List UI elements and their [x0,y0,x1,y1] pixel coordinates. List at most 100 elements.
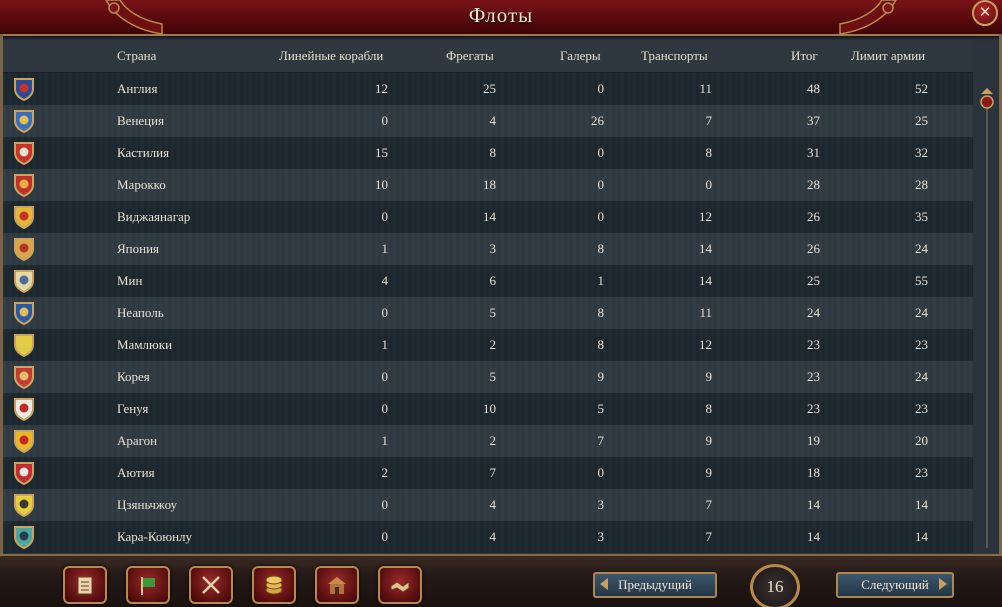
country-flag-icon [14,302,34,325]
country-flag-icon [14,110,34,133]
cell-limit: 20 [915,433,928,448]
table-row[interactable]: Япония 1 3 8 14 26 24 [3,233,973,265]
previous-button[interactable]: Предыдущий [593,572,717,598]
cell-total: 31 [807,145,820,160]
table-row[interactable]: Цзяньчжоу 0 4 3 7 14 14 [3,489,973,521]
country-name: Генуя [117,401,149,416]
cell-limit: 55 [915,273,928,288]
column-header-galleys[interactable]: Галеры [560,48,601,64]
country-name: Англия [117,81,158,96]
building-button[interactable] [315,566,359,604]
cell-frigates: 4 [489,497,497,512]
cell-total: 14 [807,497,820,512]
next-button[interactable]: Следующий [836,572,954,598]
country-name: Япония [117,241,160,256]
handshake-button[interactable] [378,566,422,604]
cell-frigates: 14 [483,209,496,224]
scroll-track[interactable] [986,100,988,548]
country-flag-icon [14,526,34,549]
cell-total: 19 [807,433,820,448]
cell-transports: 14 [699,273,712,288]
cell-galleys: 5 [597,401,605,416]
cell-ships: 0 [381,497,389,512]
cell-transports: 8 [705,145,713,160]
country-name: Корея [117,369,150,384]
cell-transports: 8 [705,401,713,416]
country-name: Неаполь [117,305,164,320]
cell-galleys: 9 [597,369,605,384]
arrow-right-icon [939,578,947,590]
cell-frigates: 25 [483,81,496,96]
cell-ships: 2 [381,465,389,480]
cell-limit: 23 [915,465,928,480]
cell-limit: 14 [915,529,928,544]
country-flag-icon [14,430,34,453]
cell-limit: 35 [915,209,928,224]
country-flag-icon [14,462,34,485]
flag-button[interactable] [126,566,170,604]
cell-ships: 4 [381,273,389,288]
table-row[interactable]: Неаполь 0 5 8 11 24 24 [3,297,973,329]
cell-limit: 23 [915,401,928,416]
table-row[interactable]: Арагон 1 2 7 9 19 20 [3,425,973,457]
cell-galleys: 8 [597,305,605,320]
column-header-total[interactable]: Итог [791,48,818,64]
cell-frigates: 6 [489,273,497,288]
cell-total: 48 [807,81,820,96]
cell-total: 14 [807,529,820,544]
table-row[interactable]: Венеция 0 4 26 7 37 25 [3,105,973,137]
coins-button[interactable] [252,566,296,604]
table-row[interactable]: Корея 0 5 9 9 23 24 [3,361,973,393]
country-flag-icon [14,78,34,101]
cell-ships: 1 [381,241,389,256]
country-flag-icon [14,206,34,229]
column-header-transports[interactable]: Транспорты [641,48,708,64]
cell-frigates: 7 [489,465,497,480]
cell-limit: 28 [915,177,928,192]
cell-frigates: 4 [489,113,497,128]
cell-galleys: 8 [597,241,605,256]
column-header-army-limit[interactable]: Лимит армии [851,48,925,64]
title-bar: Флоты ✕ [0,0,1002,36]
table-row[interactable]: Мамлюки 1 2 8 12 23 23 [3,329,973,361]
column-header-ships-of-line[interactable]: Линейные корабли [279,48,383,64]
close-icon: ✕ [978,3,992,21]
table-row[interactable]: Аютия 2 7 0 9 18 23 [3,457,973,489]
cell-transports: 9 [705,369,713,384]
cell-ships: 0 [381,369,389,384]
cell-galleys: 0 [597,81,605,96]
table-row[interactable]: Англия 12 25 0 11 48 52 [3,73,973,105]
cell-transports: 11 [699,81,712,96]
cell-galleys: 7 [597,433,605,448]
ledger-button[interactable] [63,566,107,604]
table-row[interactable]: Виджаянагар 0 14 0 12 26 35 [3,201,973,233]
table-row[interactable]: Генуя 0 10 5 8 23 23 [3,393,973,425]
scroll-thumb-icon[interactable] [979,88,995,110]
cell-transports: 0 [705,177,713,192]
crossed-swords-icon [202,576,220,594]
previous-label: Предыдущий [618,577,692,592]
column-header-frigates[interactable]: Фрегаты [446,48,494,64]
cell-limit: 23 [915,337,928,352]
cell-total: 26 [807,241,820,256]
country-flag-icon [14,398,34,421]
cell-transports: 7 [705,529,713,544]
country-name: Кастилия [117,145,170,160]
scrollbar[interactable] [978,84,996,550]
close-button[interactable]: ✕ [972,0,998,26]
table-row[interactable]: Кастилия 15 8 0 8 31 32 [3,137,973,169]
table-header: Страна Линейные корабли Фрегаты Галеры Т… [3,40,973,73]
country-name: Аютия [117,465,155,480]
cell-frigates: 18 [483,177,496,192]
cell-transports: 12 [699,209,712,224]
country-name: Арагон [117,433,158,448]
table-row[interactable]: Кара-Коюнлу 0 4 3 7 14 14 [3,521,973,553]
cell-galleys: 26 [591,113,604,128]
table-row[interactable]: Мин 4 6 1 14 25 55 [3,265,973,297]
cell-transports: 12 [699,337,712,352]
column-header-country[interactable]: Страна [117,48,156,64]
country-flag-icon [14,174,34,197]
table-row[interactable]: Марокко 10 18 0 0 28 28 [3,169,973,201]
handshake-icon [390,581,410,593]
crossed-swords-button[interactable] [189,566,233,604]
